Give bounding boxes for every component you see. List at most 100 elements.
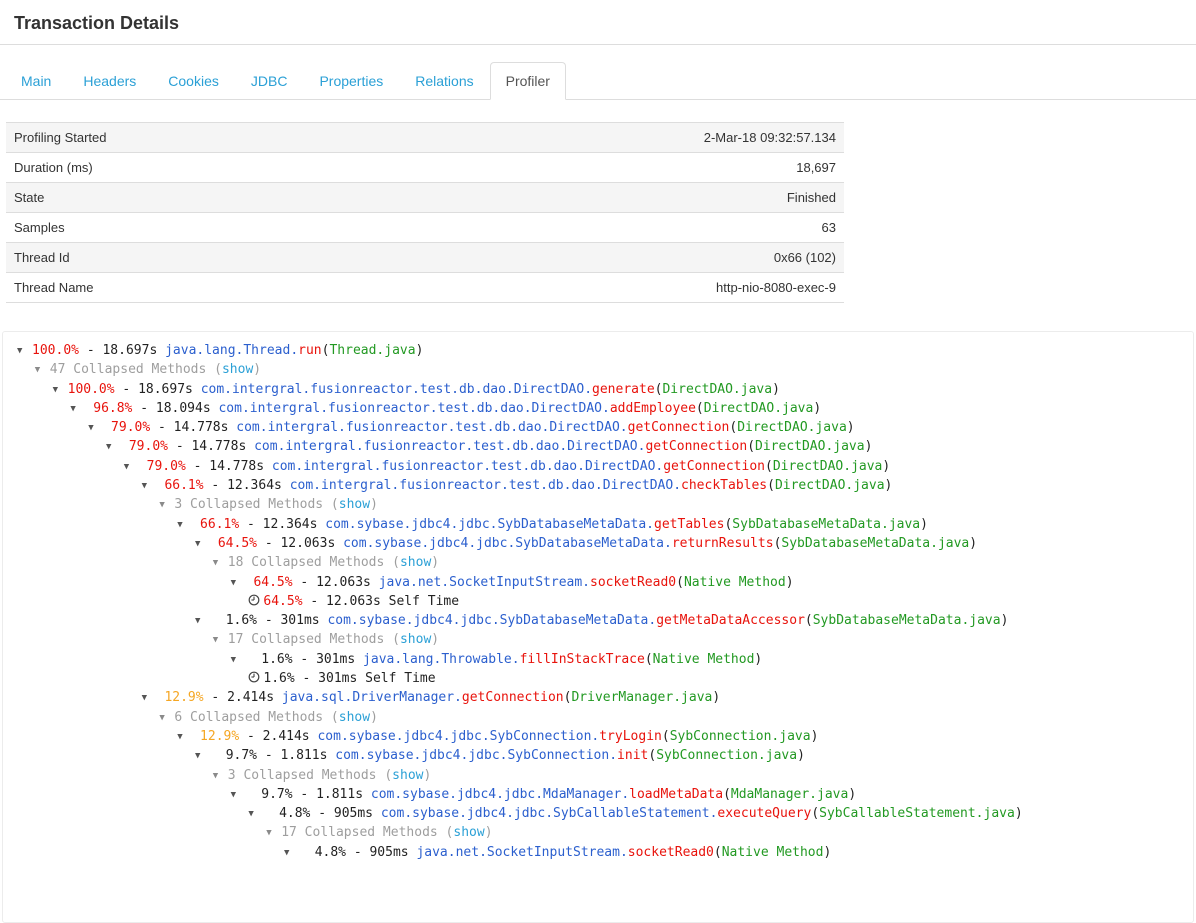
paren: ) <box>423 768 431 783</box>
info-label: Samples <box>6 213 360 243</box>
collapse-triangle-icon[interactable]: ▼ <box>159 709 174 728</box>
percent-value: 4.8% <box>263 804 310 823</box>
class-path: java.lang.Thread. <box>165 343 298 358</box>
collapse-triangle-icon[interactable]: ▼ <box>284 844 299 863</box>
method-name: generate <box>592 382 655 397</box>
method-name: executeQuery <box>717 806 811 821</box>
collapse-triangle-icon[interactable]: ▼ <box>70 400 85 419</box>
paren: ) <box>431 555 439 570</box>
method-name: addEmployee <box>610 401 696 416</box>
percent-value: 96.8% <box>85 399 132 418</box>
show-link[interactable]: show <box>400 632 431 647</box>
tab-link-properties[interactable]: Properties <box>303 62 399 100</box>
time-value: - 301ms <box>257 613 327 628</box>
percent-value: 12.9% <box>192 727 239 746</box>
tab-link-cookies[interactable]: Cookies <box>152 62 235 100</box>
time-value: - 2.414s <box>239 729 317 744</box>
tab-link-main[interactable]: Main <box>5 62 67 100</box>
class-path: com.sybase.jdbc4.jdbc.SybDatabaseMetaDat… <box>325 517 654 532</box>
collapse-triangle-icon[interactable]: ▼ <box>88 419 103 438</box>
source-file: Native Method <box>684 575 786 590</box>
method-name: fillInStackTrace <box>520 652 645 667</box>
source-file: Native Method <box>722 845 824 860</box>
time-value: - 14.778s <box>168 439 254 454</box>
paren: ) <box>786 575 794 590</box>
class-path: com.intergral.fusionreactor.test.db.dao.… <box>272 459 663 474</box>
tab-bar: MainHeadersCookiesJDBCPropertiesRelation… <box>0 62 1196 100</box>
show-link[interactable]: show <box>392 768 423 783</box>
collapse-triangle-icon[interactable]: ▼ <box>159 496 174 515</box>
show-link[interactable]: show <box>339 497 370 512</box>
paren: ) <box>1015 806 1023 821</box>
collapse-triangle-icon[interactable]: ▼ <box>213 631 228 650</box>
page-title: Transaction Details <box>14 13 1196 34</box>
class-path: com.sybase.jdbc4.jdbc.SybConnection. <box>317 729 599 744</box>
paren: ( <box>696 401 704 416</box>
collapse-triangle-icon[interactable]: ▼ <box>213 554 228 573</box>
collapse-triangle-icon[interactable]: ▼ <box>195 747 210 766</box>
method-name: socketRead0 <box>590 575 676 590</box>
time-value: - 14.778s <box>150 420 236 435</box>
collapse-triangle-icon[interactable]: ▼ <box>142 689 157 708</box>
percent-value: 100.0% <box>68 380 115 399</box>
method-name: run <box>298 343 321 358</box>
paren: ) <box>865 439 873 454</box>
percent-value: 4.8% <box>299 843 346 862</box>
class-path: java.net.SocketInputStream. <box>416 845 627 860</box>
tab-cookies: Cookies <box>152 62 235 100</box>
tab-link-jdbc[interactable]: JDBC <box>235 62 304 100</box>
paren: ( <box>805 613 813 628</box>
paren: ) <box>811 729 819 744</box>
collapse-triangle-icon[interactable]: ▼ <box>195 535 210 554</box>
show-link[interactable]: show <box>222 362 253 377</box>
method-name: getConnection <box>628 420 730 435</box>
percent-value: 100.0% <box>32 341 79 360</box>
paren: ( <box>747 439 755 454</box>
tab-profiler: Profiler <box>490 62 566 100</box>
collapse-triangle-icon[interactable]: ▼ <box>177 516 192 535</box>
paren: ) <box>754 652 762 667</box>
info-row: Samples63 <box>6 213 844 243</box>
collapse-triangle-icon[interactable]: ▼ <box>17 342 32 361</box>
collapse-triangle-icon[interactable]: ▼ <box>53 381 68 400</box>
collapse-triangle-icon[interactable]: ▼ <box>231 574 246 593</box>
tab-link-profiler[interactable]: Profiler <box>490 62 566 100</box>
paren: ) <box>823 845 831 860</box>
paren: ) <box>848 787 856 802</box>
class-path: com.intergral.fusionreactor.test.db.dao.… <box>236 420 627 435</box>
collapse-triangle-icon[interactable]: ▼ <box>231 786 246 805</box>
paren: ) <box>370 710 378 725</box>
show-link[interactable]: show <box>339 710 370 725</box>
class-path: com.sybase.jdbc4.jdbc.SybConnection. <box>335 748 617 763</box>
show-link[interactable]: show <box>453 825 484 840</box>
time-value: - 18.697s <box>79 343 165 358</box>
percent-value: 79.0% <box>103 418 150 437</box>
class-path: java.sql.DriverManager. <box>282 690 462 705</box>
profile-info-table: Profiling Started2-Mar-18 09:32:57.134Du… <box>6 122 844 303</box>
collapse-triangle-icon[interactable]: ▼ <box>231 651 246 670</box>
tree-method-row: ▼66.1% - 12.364s com.intergral.fusionrea… <box>3 476 1189 495</box>
collapse-triangle-icon[interactable]: ▼ <box>248 805 263 824</box>
show-link[interactable]: show <box>400 555 431 570</box>
profiler-tree: ▼100.0% - 18.697s java.lang.Thread.run(T… <box>2 331 1194 923</box>
tree-method-row: ▼100.0% - 18.697s com.intergral.fusionre… <box>3 380 1189 399</box>
source-file: SybDatabaseMetaData.java <box>732 517 920 532</box>
paren: ( <box>648 748 656 763</box>
paren: ( <box>676 575 684 590</box>
collapse-triangle-icon[interactable]: ▼ <box>195 612 210 631</box>
collapse-triangle-icon[interactable]: ▼ <box>142 477 157 496</box>
collapse-triangle-icon[interactable]: ▼ <box>35 361 50 380</box>
collapse-triangle-icon[interactable]: ▼ <box>106 438 121 457</box>
tree-method-row: ▼1.6% - 301ms java.lang.Throwable.fillIn… <box>3 650 1189 669</box>
collapse-triangle-icon[interactable]: ▼ <box>213 767 228 786</box>
paren: ) <box>253 362 261 377</box>
class-path: com.sybase.jdbc4.jdbc.SybDatabaseMetaDat… <box>343 536 672 551</box>
tab-link-headers[interactable]: Headers <box>67 62 152 100</box>
tab-link-relations[interactable]: Relations <box>399 62 489 100</box>
collapse-triangle-icon[interactable]: ▼ <box>266 824 281 843</box>
paren: ( <box>767 478 775 493</box>
collapse-triangle-icon[interactable]: ▼ <box>177 728 192 747</box>
method-name: tryLogin <box>599 729 662 744</box>
collapse-triangle-icon[interactable]: ▼ <box>124 458 139 477</box>
info-value: Finished <box>360 183 844 213</box>
